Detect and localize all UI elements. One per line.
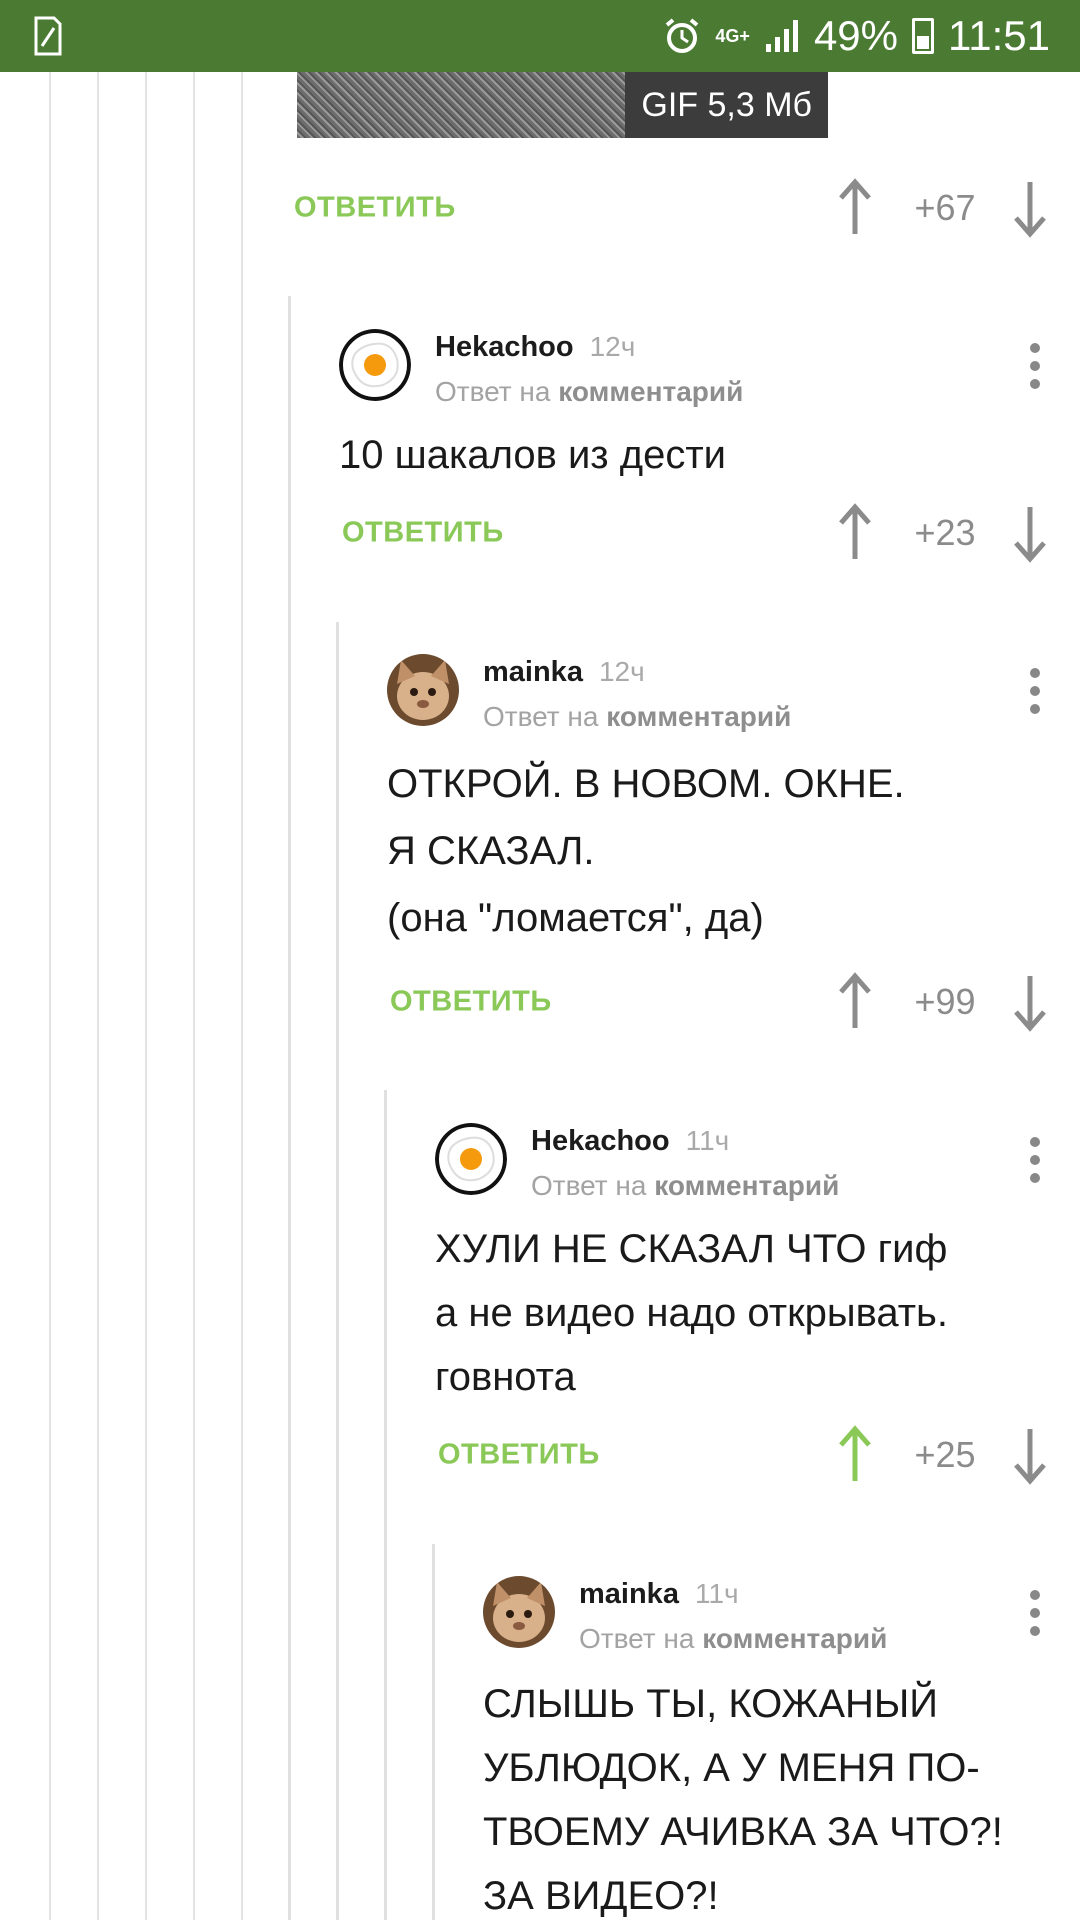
comment-actions: ОТВЕТИТЬ +67 <box>294 178 1080 238</box>
more-options-icon[interactable] <box>1030 1590 1040 1636</box>
reply-to-prefix: Ответ на <box>435 376 551 407</box>
comment-meta: mainka 12ч Ответ на комментарий <box>483 656 791 733</box>
signal-icon <box>765 20 798 52</box>
reply-to: Ответ на комментарий <box>531 1170 839 1202</box>
avatar[interactable] <box>435 1123 507 1195</box>
upvote-arrow-icon[interactable] <box>835 1425 875 1485</box>
comment-text: ОТКРОЙ. В НОВОМ. ОКНЕ. Я СКАЗАЛ. (она "л… <box>387 762 905 940</box>
comment-actions: ОТВЕТИТЬ +25 <box>438 1425 1080 1485</box>
status-bar: 4G+ 49% 11:51 <box>0 0 1080 72</box>
comment-time: 11ч <box>694 1578 739 1609</box>
comment-meta: mainka 11ч Ответ на комментарий <box>579 1578 887 1655</box>
reply-button[interactable]: ОТВЕТИТЬ <box>342 517 504 550</box>
comment-actions: ОТВЕТИТЬ +23 <box>342 503 1080 563</box>
upvote-arrow-icon[interactable] <box>835 503 875 563</box>
author-name[interactable]: Hekachoo <box>435 331 574 363</box>
clock: 11:51 <box>948 12 1050 59</box>
downvote-arrow-icon[interactable] <box>1010 178 1050 238</box>
reply-to-prefix: Ответ на <box>579 1623 695 1654</box>
reply-to: Ответ на комментарий <box>579 1623 887 1655</box>
upvote-arrow-icon[interactable] <box>835 178 875 238</box>
more-options-icon[interactable] <box>1030 343 1040 389</box>
thread-guide <box>145 72 147 1920</box>
alarm-icon <box>666 18 699 53</box>
author-name[interactable]: Hekachoo <box>531 1125 670 1157</box>
downvote-arrow-icon[interactable] <box>1010 1425 1050 1485</box>
more-options-icon[interactable] <box>1030 668 1040 714</box>
avatar[interactable] <box>483 1576 555 1648</box>
comment-thread-line <box>384 1090 387 1920</box>
downvote-arrow-icon[interactable] <box>1010 503 1050 563</box>
upvote-arrow-icon[interactable] <box>835 972 875 1032</box>
reply-button[interactable]: ОТВЕТИТЬ <box>438 1439 600 1472</box>
comment-meta: Hekachoo 12ч Ответ на комментарий <box>435 331 743 408</box>
reply-to: Ответ на комментарий <box>483 701 791 733</box>
reply-button[interactable]: ОТВЕТИТЬ <box>390 986 552 1019</box>
comment-text: 10 шакалов из дести <box>339 433 727 477</box>
reply-to: Ответ на комментарий <box>435 376 743 408</box>
reply-to-link[interactable]: комментарий <box>558 376 743 407</box>
reply-to-link[interactable]: комментарий <box>606 701 791 732</box>
comment-time: 12ч <box>598 656 645 687</box>
comment: Hekachoo 11ч Ответ на комментарий ХУЛИ НЕ… <box>435 1123 1080 1423</box>
comment-thread-line <box>336 622 339 1920</box>
comment-text: ХУЛИ НЕ СКАЗАЛ ЧТО гиф а не видео надо о… <box>435 1227 949 1399</box>
downvote-arrow-icon[interactable] <box>1010 972 1050 1032</box>
thread-guide <box>49 72 51 1920</box>
reply-to-link[interactable]: комментарий <box>654 1170 839 1201</box>
author-name[interactable]: mainka <box>579 1578 679 1610</box>
comment-thread-line <box>432 1544 435 1920</box>
comment-text: СЛЫШЬ ТЫ, КОЖАНЫЙ УБЛЮДОК, А У МЕНЯ ПО- … <box>483 1682 1003 1918</box>
comment-time: 12ч <box>589 331 636 362</box>
battery-percent: 49% <box>813 12 898 59</box>
comment-meta: Hekachoo 11ч Ответ на комментарий <box>531 1125 839 1202</box>
battery-icon <box>912 18 934 54</box>
reply-to-prefix: Ответ на <box>531 1170 647 1201</box>
rating-score: +99 <box>914 981 976 1022</box>
gif-preview[interactable]: GIF 5,3 Мб <box>297 72 828 138</box>
comment: mainka 12ч Ответ на комментарий ОТКРОЙ. В… <box>387 654 1080 974</box>
reply-to-prefix: Ответ на <box>483 701 599 732</box>
reply-button[interactable]: ОТВЕТИТЬ <box>294 192 456 225</box>
comment-thread-line <box>288 296 291 1920</box>
network-type: 4G+ <box>715 26 750 46</box>
more-options-icon[interactable] <box>1030 1137 1040 1183</box>
rating-score: +25 <box>914 1434 976 1475</box>
author-name[interactable]: mainka <box>483 656 583 688</box>
avatar[interactable] <box>339 329 411 401</box>
thread-guide <box>241 72 243 1920</box>
avatar[interactable] <box>387 654 459 726</box>
comment: mainka 11ч Ответ на комментарий СЛЫШЬ ТЫ,… <box>483 1576 1080 1920</box>
rating-score: +23 <box>914 512 976 553</box>
thread-guide <box>193 72 195 1920</box>
rating-score: +67 <box>914 187 976 228</box>
sim-card-icon <box>34 16 62 56</box>
thread-guide <box>97 72 99 1920</box>
reply-to-link[interactable]: комментарий <box>702 1623 887 1654</box>
comment-actions: ОТВЕТИТЬ +99 <box>390 972 1080 1032</box>
comment-time: 11ч <box>685 1125 730 1156</box>
gif-size-badge: GIF 5,3 Мб <box>625 72 828 138</box>
